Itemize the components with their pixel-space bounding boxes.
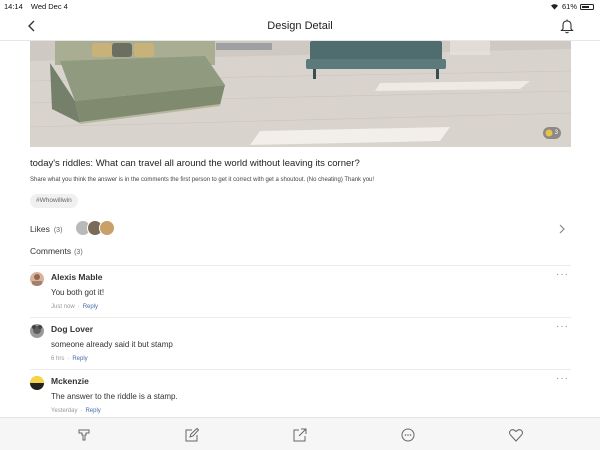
comment-meta: Just now · Reply: [51, 304, 99, 310]
post-description: Share what you think the answer is in th…: [30, 177, 375, 183]
comments-label: Comments: [30, 246, 72, 256]
comment-text: The answer to the riddle is a stamp.: [51, 392, 178, 401]
room-illustration: [30, 41, 571, 147]
heart-icon[interactable]: [508, 427, 524, 443]
battery-icon: [580, 3, 594, 10]
status-bar: 14:14 Wed Dec 4 61%: [0, 0, 600, 12]
page-title: Design Detail: [267, 20, 333, 32]
battery-percent: 61%: [561, 2, 577, 11]
reply-button[interactable]: Reply: [85, 408, 100, 414]
avatar: [99, 220, 115, 236]
share-icon[interactable]: [292, 427, 308, 443]
bottom-toolbar: [0, 417, 600, 450]
likes-row[interactable]: Likes (3): [30, 219, 571, 239]
comment-time: Just now: [51, 304, 75, 310]
comment-item: Mckenzie The answer to the riddle is a s…: [30, 369, 571, 417]
comment-meta: 6 hrs · Reply: [51, 356, 88, 362]
paintbrush-icon[interactable]: [76, 427, 92, 443]
comment-item: Dog Lover someone already said it but st…: [30, 317, 571, 369]
user-photo-icon: [30, 376, 44, 390]
comments-header: Comments (3): [30, 246, 83, 256]
likes-count: (3): [53, 227, 63, 234]
more-options-icon[interactable]: ···: [556, 269, 569, 280]
design-image[interactable]: 3: [30, 41, 571, 147]
bell-icon[interactable]: [560, 18, 574, 34]
comment-time: Yesterday: [51, 408, 78, 414]
coin-icon: [545, 129, 553, 137]
comments-count: (3): [74, 249, 83, 256]
comment-meta: Yesterday · Reply: [51, 408, 101, 414]
comment-author[interactable]: Dog Lover: [51, 324, 93, 334]
image-badge-count: 3: [554, 130, 558, 136]
edit-icon[interactable]: [184, 427, 200, 443]
image-badge[interactable]: 3: [542, 127, 561, 139]
comment-text: You both got it!: [51, 288, 105, 297]
nav-bar: Design Detail: [0, 12, 600, 41]
user-photo-icon: [32, 274, 42, 286]
post-title: today's riddles: What can travel all aro…: [30, 158, 360, 169]
more-options-icon[interactable]: ···: [556, 373, 569, 384]
avatar[interactable]: [30, 324, 44, 338]
comment-icon[interactable]: [400, 427, 416, 443]
like-avatars: [75, 220, 115, 236]
comment-author[interactable]: Alexis Mable: [51, 272, 103, 282]
comment-item: Alexis Mable You both got it! Just now · R…: [30, 265, 571, 317]
status-date: Wed Dec 4: [30, 2, 68, 11]
likes-label: Likes: [30, 224, 50, 234]
reply-button[interactable]: Reply: [83, 304, 98, 310]
avatar[interactable]: [30, 272, 44, 286]
comment-text: someone already said it but stamp: [51, 340, 173, 349]
more-options-icon[interactable]: ···: [556, 321, 569, 332]
status-time: 14:14: [4, 2, 23, 11]
hashtag-chip[interactable]: #Whowillwin: [30, 194, 78, 208]
wifi-icon: [550, 4, 558, 10]
avatar[interactable]: [30, 376, 44, 390]
comment-time: 6 hrs: [51, 356, 65, 362]
chevron-right-icon[interactable]: [557, 223, 567, 235]
reply-button[interactable]: Reply: [72, 356, 87, 362]
user-photo-icon: [32, 325, 42, 334]
comment-author[interactable]: Mckenzie: [51, 376, 89, 386]
